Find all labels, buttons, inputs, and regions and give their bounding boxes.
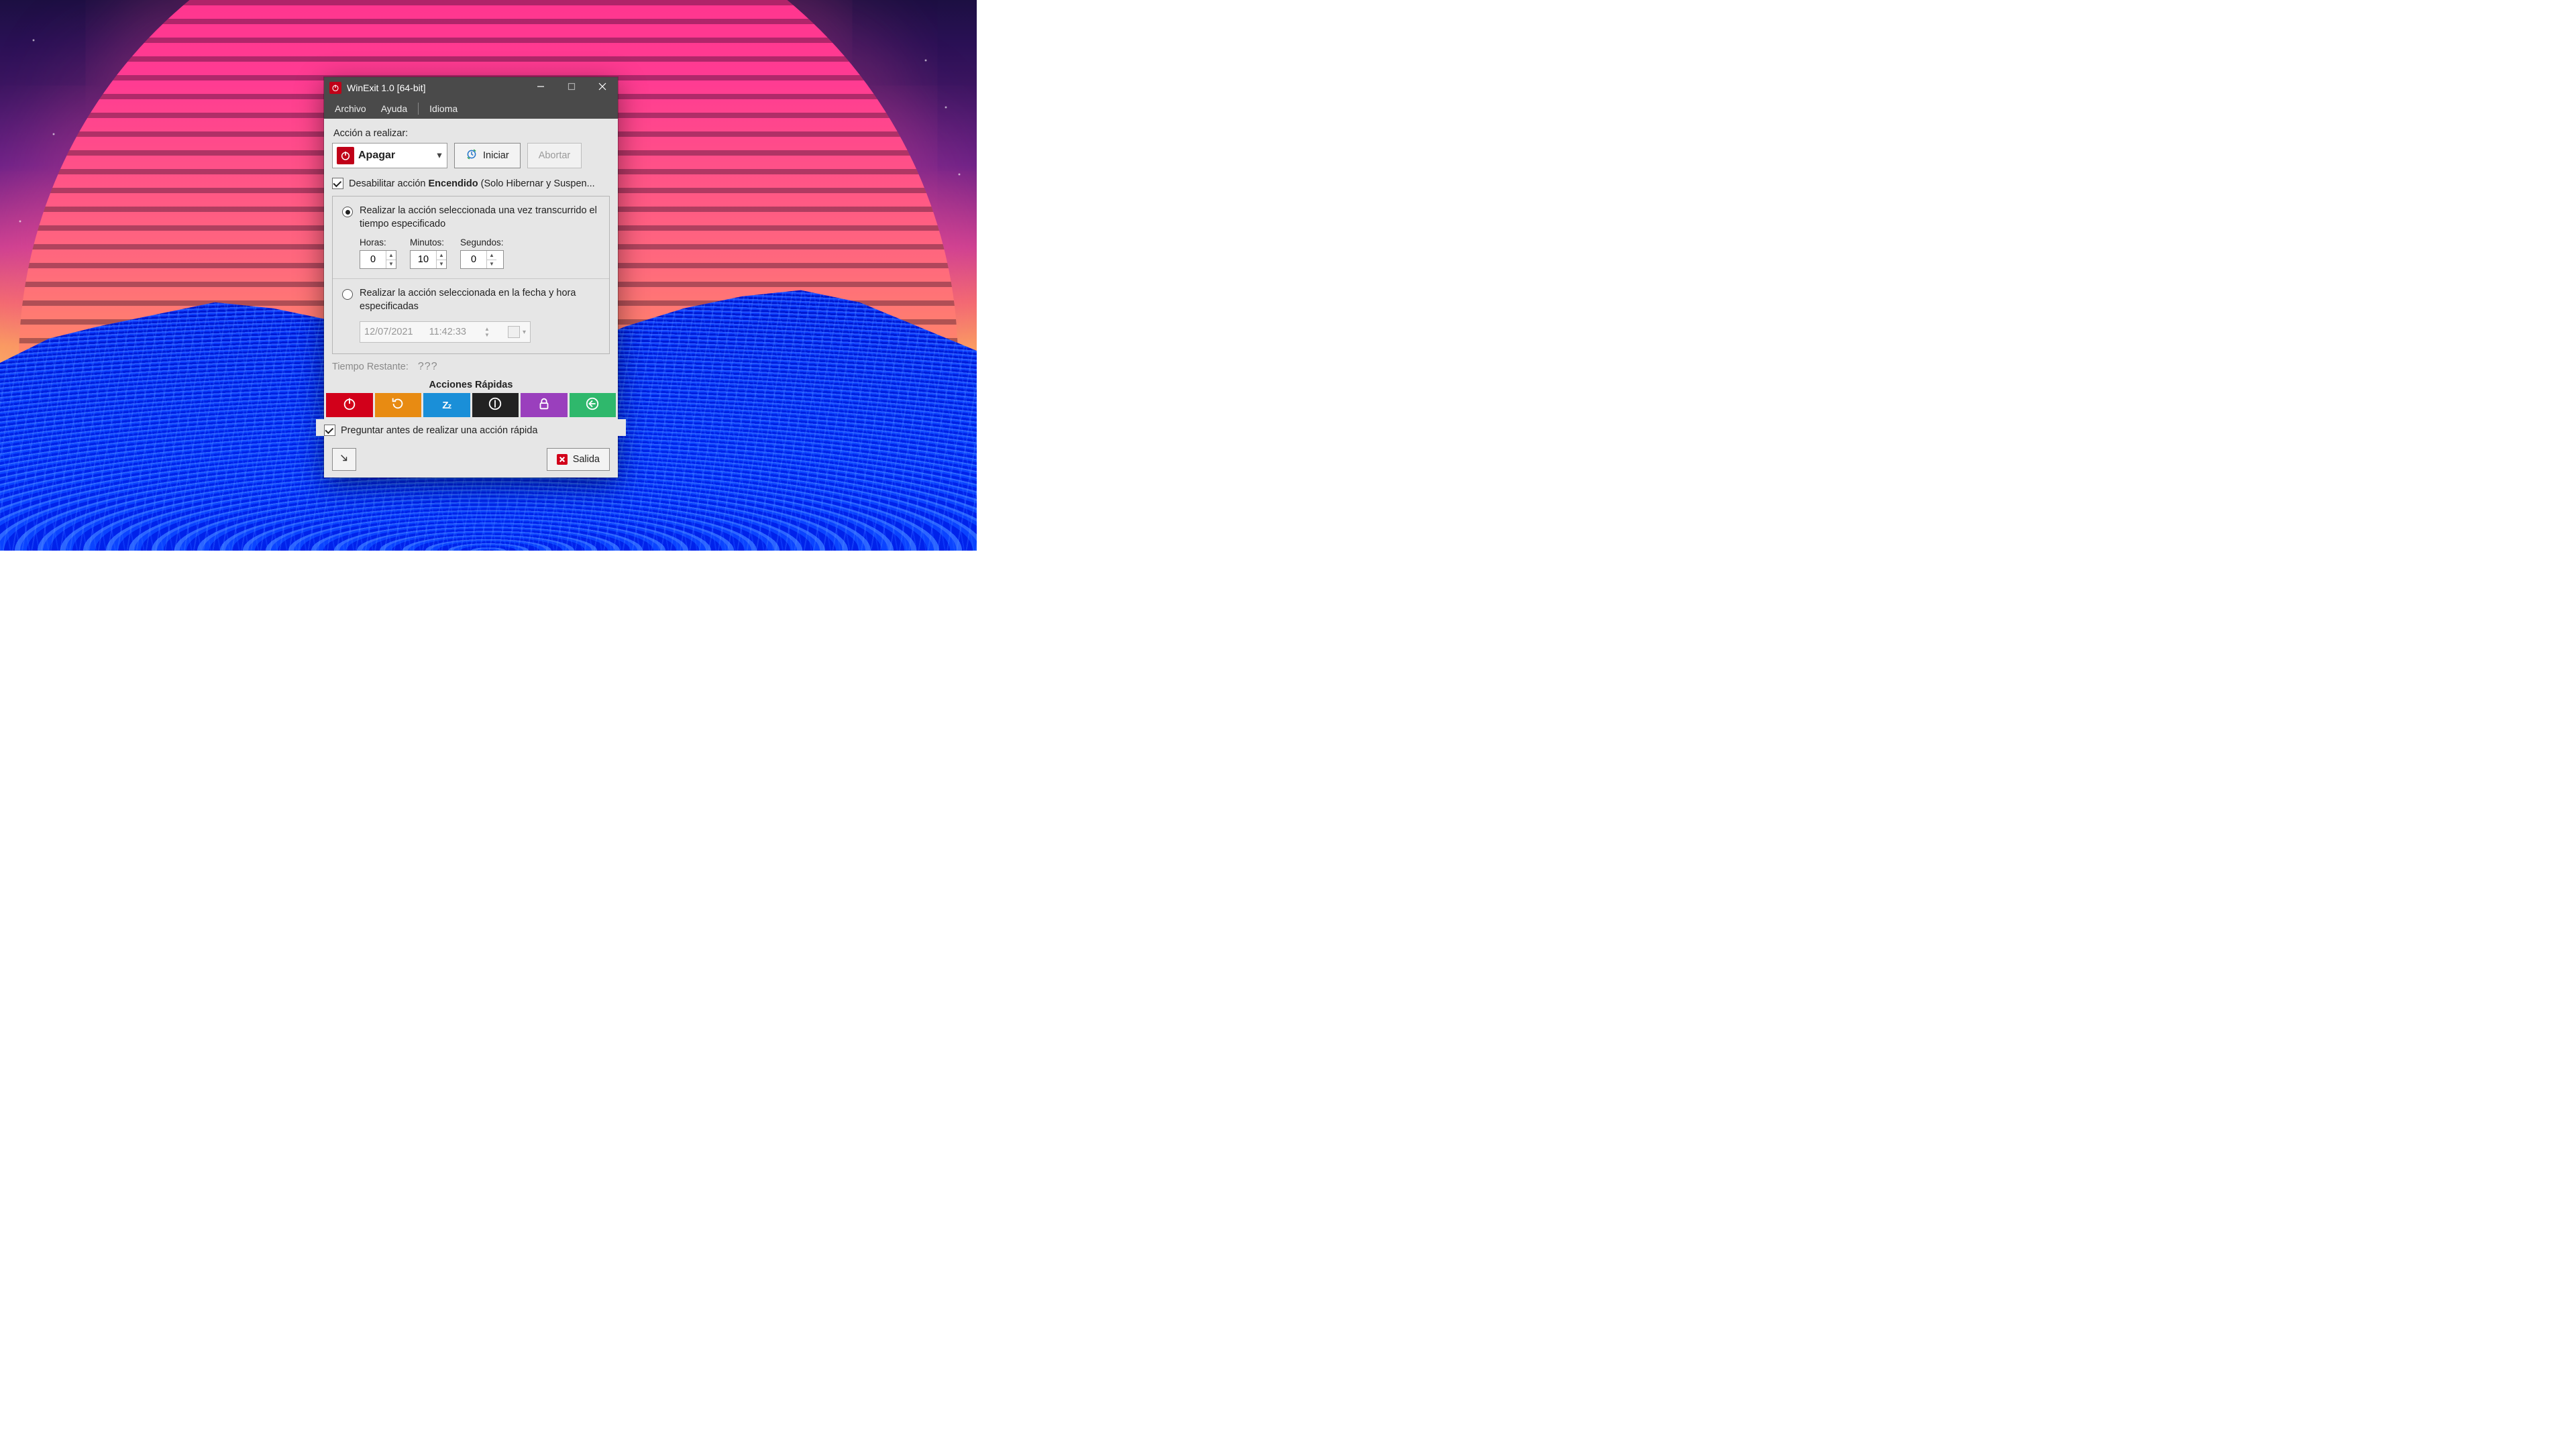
seconds-input[interactable] xyxy=(461,251,486,268)
seconds-label: Segundos: xyxy=(460,237,504,247)
hours-label: Horas: xyxy=(360,237,396,247)
spinner-up-icon[interactable]: ▲ xyxy=(437,251,446,260)
start-button-label: Iniciar xyxy=(483,150,509,161)
minutes-input[interactable] xyxy=(411,251,436,268)
datetime-date: 12/07/2021 xyxy=(364,327,413,337)
remaining-time-row: Tiempo Restante: ??? xyxy=(332,361,610,373)
calendar-icon xyxy=(508,326,520,338)
spinner-up-icon: ▲ xyxy=(482,326,492,332)
radio-scheduled-label: Realizar la acción seleccionada en la fe… xyxy=(360,287,600,313)
spinner-down-icon: ▼ xyxy=(482,332,492,338)
radio-scheduled[interactable] xyxy=(342,289,353,300)
power-icon xyxy=(342,396,357,414)
close-icon xyxy=(598,82,606,93)
menu-file[interactable]: Archivo xyxy=(328,101,373,117)
minimize-button[interactable] xyxy=(525,77,556,99)
window-title: WinExit 1.0 [64-bit] xyxy=(347,82,426,93)
radio-elapsed[interactable] xyxy=(342,207,353,217)
datetime-picker: 12/07/2021 11:42:33 ▲▼ ▾ xyxy=(360,321,531,343)
arrow-down-right-icon xyxy=(339,453,349,465)
menu-separator xyxy=(418,103,419,115)
menu-help[interactable]: Ayuda xyxy=(374,101,414,117)
sleep-icon: Zz xyxy=(442,400,451,411)
datetime-time: 11:42:33 xyxy=(429,327,466,337)
minimize-icon xyxy=(537,82,545,93)
maximize-icon xyxy=(568,82,576,93)
chevron-down-icon: ▾ xyxy=(432,150,447,161)
hours-input[interactable] xyxy=(360,251,386,268)
minutes-spinner[interactable]: ▲▼ xyxy=(410,250,447,269)
minutes-label: Minutos: xyxy=(410,237,447,247)
remaining-time-label: Tiempo Restante: xyxy=(332,361,409,372)
hibernate-icon xyxy=(488,396,502,414)
quick-lock-button[interactable] xyxy=(521,393,568,417)
radio-elapsed-label: Realizar la acción seleccionada una vez … xyxy=(360,205,600,231)
app-window: WinExit 1.0 [64-bit] Archivo Ayuda Idiom… xyxy=(324,77,618,478)
logoff-icon xyxy=(585,396,600,414)
abort-button-label: Abortar xyxy=(539,150,571,161)
action-label: Acción a realizar: xyxy=(333,128,610,139)
clock-refresh-icon xyxy=(466,148,478,163)
chevron-down-icon: ▾ xyxy=(523,329,526,336)
action-selected-value: Apagar xyxy=(358,150,432,162)
close-button[interactable] xyxy=(587,77,618,99)
spinner-down-icon[interactable]: ▼ xyxy=(386,260,396,269)
spinner-up-icon[interactable]: ▲ xyxy=(487,251,496,260)
seconds-spinner[interactable]: ▲▼ xyxy=(460,250,504,269)
spinner-down-icon[interactable]: ▼ xyxy=(487,260,496,269)
quick-hibernate-button[interactable] xyxy=(472,393,519,417)
exit-button-label: Salida xyxy=(573,454,600,465)
hours-spinner[interactable]: ▲▼ xyxy=(360,250,396,269)
restart-icon xyxy=(390,396,405,414)
lock-icon xyxy=(537,396,551,414)
action-combo[interactable]: Apagar ▾ xyxy=(332,143,447,168)
menu-language[interactable]: Idioma xyxy=(423,101,464,117)
exit-button[interactable]: Salida xyxy=(547,448,610,471)
maximize-button xyxy=(556,77,587,99)
start-button[interactable]: Iniciar xyxy=(454,143,521,168)
quick-actions: Acciones Rápidas Zz xyxy=(324,378,618,436)
ask-before-checkbox[interactable] xyxy=(324,425,335,436)
quick-logoff-button[interactable] xyxy=(570,393,616,417)
power-icon xyxy=(337,147,354,164)
collapse-button[interactable] xyxy=(332,448,356,471)
quick-shutdown-button[interactable] xyxy=(326,393,373,417)
quick-restart-button[interactable] xyxy=(375,393,422,417)
menubar: Archivo Ayuda Idioma xyxy=(324,99,618,119)
exit-icon xyxy=(557,454,568,465)
titlebar[interactable]: WinExit 1.0 [64-bit] xyxy=(324,77,618,99)
spinner-down-icon[interactable]: ▼ xyxy=(437,260,446,269)
power-icon xyxy=(329,82,341,94)
quick-sleep-button[interactable]: Zz xyxy=(423,393,470,417)
abort-button: Abortar xyxy=(527,143,582,168)
ask-before-label: Preguntar antes de realizar una acción r… xyxy=(341,425,537,436)
quick-actions-title: Acciones Rápidas xyxy=(324,378,618,393)
schedule-panel: Realizar la acción seleccionada una vez … xyxy=(332,196,610,354)
disable-action-label: Desabilitar acción Encendido (Solo Hiber… xyxy=(349,178,595,189)
client-area: Acción a realizar: Apagar ▾ Iniciar A xyxy=(324,119,618,478)
remaining-time-value: ??? xyxy=(418,361,438,373)
desktop-background: WinExit 1.0 [64-bit] Archivo Ayuda Idiom… xyxy=(0,0,977,551)
disable-action-checkbox[interactable] xyxy=(332,178,343,189)
spinner-up-icon[interactable]: ▲ xyxy=(386,251,396,260)
